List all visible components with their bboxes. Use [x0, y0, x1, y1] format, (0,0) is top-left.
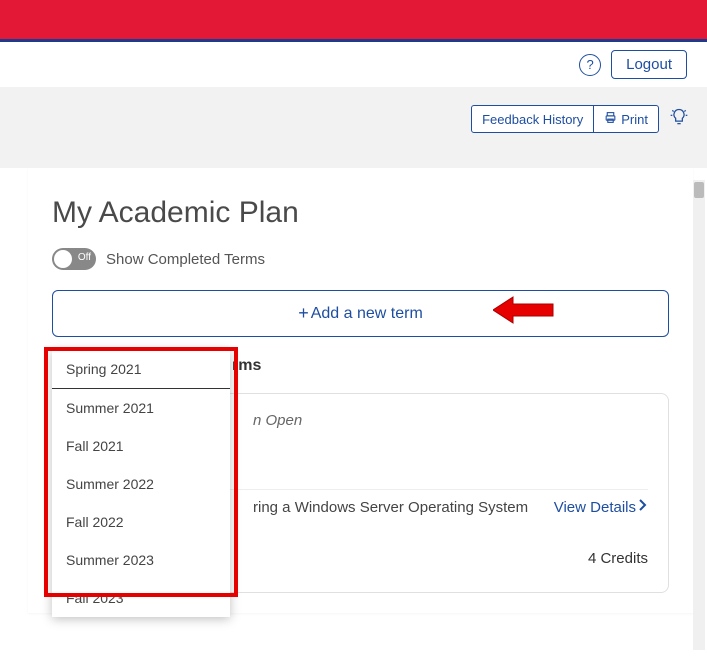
page-title: My Academic Plan	[52, 196, 669, 230]
credits-label: 4 Credits	[588, 550, 648, 567]
view-details-link[interactable]: View Details	[554, 498, 648, 516]
plus-icon: +	[298, 303, 309, 324]
chevron-right-icon	[638, 498, 648, 516]
term-option[interactable]: Summer 2023	[52, 541, 230, 579]
term-option[interactable]: Summer 2021	[52, 389, 230, 427]
toggle-row: Off Show Completed Terms	[52, 248, 669, 270]
lightbulb-icon[interactable]	[669, 107, 689, 132]
term-dropdown: Spring 2021 Summer 2021 Fall 2021 Summer…	[52, 350, 230, 617]
toggle-label: Show Completed Terms	[106, 251, 265, 268]
feedback-print-group: Feedback History Print	[471, 105, 659, 133]
scrollbar-thumb[interactable]	[694, 182, 704, 198]
term-option[interactable]: Fall 2022	[52, 503, 230, 541]
help-icon[interactable]: ?	[579, 54, 601, 76]
arrow-annotation	[493, 295, 555, 330]
add-term-button[interactable]: + Add a new term	[52, 290, 669, 337]
print-icon	[604, 111, 617, 127]
term-option[interactable]: Fall 2021	[52, 427, 230, 465]
term-option[interactable]: Summer 2022	[52, 465, 230, 503]
scrollbar[interactable]	[693, 180, 705, 650]
top-banner	[0, 0, 707, 42]
help-icon-glyph: ?	[586, 57, 593, 72]
feedback-history-button[interactable]: Feedback History	[472, 106, 593, 132]
term-option[interactable]: Spring 2021	[52, 350, 230, 389]
term-option[interactable]: Fall 2023	[52, 579, 230, 617]
add-term-label: Add a new term	[311, 305, 423, 323]
toolbar: Feedback History Print	[0, 87, 707, 168]
view-details-label: View Details	[554, 499, 636, 516]
completed-terms-toggle[interactable]: Off	[52, 248, 96, 270]
print-button[interactable]: Print	[593, 106, 658, 132]
header-bar: ? Logout	[0, 42, 707, 87]
feedback-label: Feedback History	[482, 112, 583, 127]
logout-button[interactable]: Logout	[611, 50, 687, 79]
print-label: Print	[621, 112, 648, 127]
toggle-knob	[54, 250, 72, 268]
toggle-off-label: Off	[78, 252, 91, 263]
